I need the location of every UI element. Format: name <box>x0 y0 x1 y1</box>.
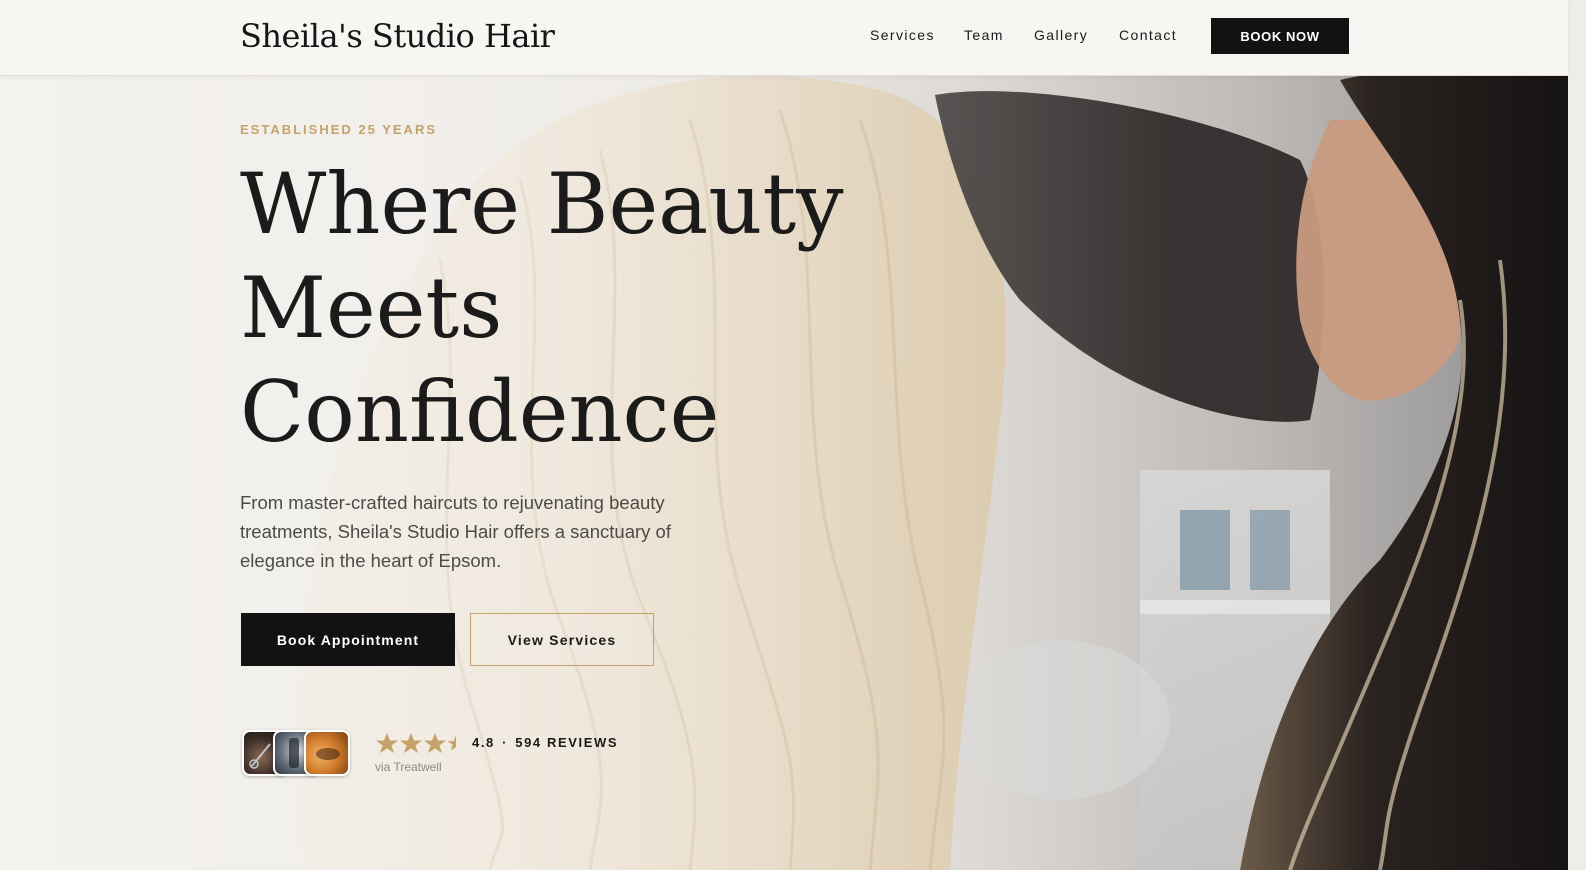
hero-subcopy: From master-crafted haircuts to rejuvena… <box>240 492 671 571</box>
salon-photo-treatment-icon <box>304 730 350 776</box>
review-source[interactable]: via Treatwell <box>375 760 442 774</box>
rating-summary: 4.8 · 594 REVIEWS <box>472 735 618 750</box>
headline-line-2: Meets <box>240 259 503 357</box>
nav-link-team[interactable]: Team <box>964 24 1004 46</box>
headline-line-3: Confidence <box>240 363 720 461</box>
headline-line-1: Where Beauty <box>240 155 844 253</box>
book-appointment-button[interactable]: Book Appointment <box>241 613 455 666</box>
review-count: 594 REVIEWS <box>515 735 619 750</box>
star-full-icon <box>376 733 398 753</box>
site-header: Sheila's Studio Hair Services Team Galle… <box>0 0 1568 76</box>
review-thumbnails <box>242 730 352 776</box>
star-full-icon <box>424 733 446 753</box>
rating-value: 4.8 <box>472 735 495 750</box>
hero-eyebrow: ESTABLISHED 25 YEARS <box>240 122 438 137</box>
view-services-button[interactable]: View Services <box>470 613 654 666</box>
nav-link-services[interactable]: Services <box>870 24 934 46</box>
nav-link-contact[interactable]: Contact <box>1119 24 1179 46</box>
star-full-icon <box>400 733 422 753</box>
brand-logo[interactable]: Sheila's Studio Hair <box>240 14 555 58</box>
rating-stars <box>375 732 465 754</box>
book-now-button[interactable]: BOOK NOW <box>1211 18 1349 54</box>
rating-separator: · <box>502 735 509 750</box>
nav-link-gallery[interactable]: Gallery <box>1034 24 1089 46</box>
hero-headline: Where Beauty Meets Confidence <box>240 152 880 464</box>
main-nav: Services Team Gallery Contact <box>870 24 1209 46</box>
star-half-icon <box>447 735 456 751</box>
